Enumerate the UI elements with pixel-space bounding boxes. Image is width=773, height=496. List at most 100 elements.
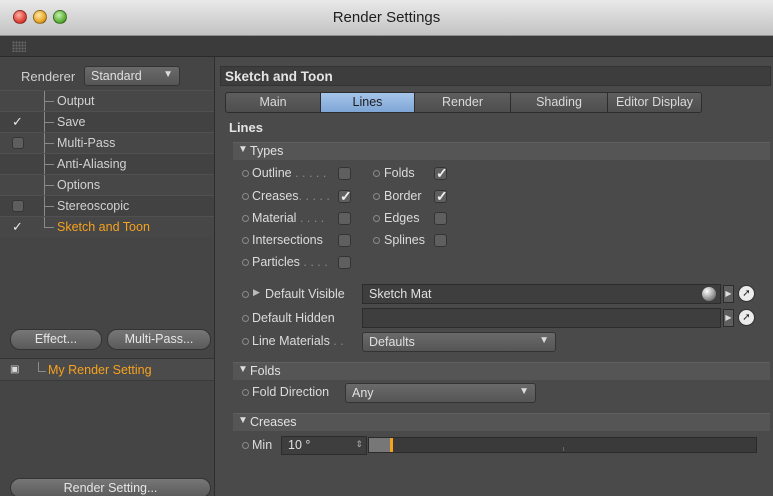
- tab-main[interactable]: Main: [225, 92, 321, 113]
- render-setting-button[interactable]: Render Setting...: [10, 478, 211, 496]
- effect-button[interactable]: Effect...: [10, 329, 102, 350]
- fold-direction-value: Any: [352, 386, 374, 400]
- splines-checkbox[interactable]: [434, 234, 447, 247]
- grip-icon[interactable]: [12, 41, 26, 52]
- tree-item-stereoscopic[interactable]: Stereoscopic: [0, 195, 214, 217]
- checkmark-icon[interactable]: ✓: [12, 220, 24, 233]
- keyframe-dot[interactable]: [242, 259, 249, 266]
- keyframe-dot[interactable]: [373, 237, 380, 244]
- window-title: Render Settings: [332, 9, 441, 26]
- min-slider[interactable]: [368, 437, 757, 453]
- tree-item-anti-aliasing[interactable]: Anti-Aliasing: [0, 153, 214, 175]
- keyframe-dot[interactable]: [242, 389, 249, 396]
- min-label: Min: [252, 438, 273, 452]
- param-border: Border: [384, 189, 422, 203]
- settings-sidebar: Renderer Standard ▼ Output ✓ Save Multi-…: [0, 57, 215, 496]
- fold-direction-dropdown[interactable]: Any ▼: [345, 383, 536, 403]
- render-setting-name: My Render Setting: [48, 363, 152, 377]
- tree-item-label: Output: [57, 94, 95, 108]
- line-materials-dropdown[interactable]: Defaults ▼: [362, 332, 556, 352]
- multi-pass-button[interactable]: Multi-Pass...: [107, 329, 211, 350]
- keyframe-dot[interactable]: [242, 170, 249, 177]
- tree-item-multi-pass[interactable]: Multi-Pass: [0, 132, 214, 154]
- slider-handle[interactable]: [390, 438, 393, 452]
- attributes-panel: Sketch and Toon Main Lines Render Shadin…: [216, 57, 773, 496]
- default-visible-value: Sketch Mat: [369, 287, 432, 301]
- tree-item-sketch-and-toon[interactable]: ✓ Sketch and Toon: [0, 216, 214, 237]
- tab-editor-display[interactable]: Editor Display: [608, 92, 702, 113]
- chevron-down-icon: ▼: [163, 69, 173, 80]
- renderer-dropdown[interactable]: Standard ▼: [84, 66, 180, 86]
- edges-checkbox[interactable]: [434, 212, 447, 225]
- panel-header: Sketch and Toon: [220, 66, 771, 86]
- particles-checkbox[interactable]: [338, 256, 351, 269]
- picker-arrow-icon[interactable]: ➚: [738, 285, 755, 302]
- tree-checkbox[interactable]: [12, 200, 24, 212]
- picker-arrow-icon[interactable]: ➚: [738, 309, 755, 326]
- render-setting-icon: ▣: [10, 364, 20, 375]
- keyframe-dot[interactable]: [242, 291, 249, 298]
- expand-triangle-icon[interactable]: ▶: [253, 287, 260, 298]
- tab-render[interactable]: Render: [415, 92, 511, 113]
- toolbar-strip: [0, 36, 773, 57]
- creases-checkbox[interactable]: [338, 188, 352, 205]
- tab-shading[interactable]: Shading: [511, 92, 608, 113]
- keyframe-dot[interactable]: [373, 170, 380, 177]
- param-material: Material . . . .: [252, 211, 325, 225]
- expand-triangle-icon: ▼: [238, 415, 248, 426]
- checkmark-icon[interactable]: ✓: [12, 115, 24, 128]
- folds-group-header[interactable]: ▼ Folds: [233, 362, 770, 380]
- tree-item-label: Stereoscopic: [57, 199, 130, 213]
- tree-item-label: Multi-Pass: [57, 136, 116, 150]
- render-setting-item[interactable]: ▣ My Render Setting: [0, 358, 214, 381]
- keyframe-dot[interactable]: [242, 315, 249, 322]
- material-checkbox[interactable]: [338, 212, 351, 225]
- tree-item-options[interactable]: Options: [0, 174, 214, 196]
- creases-group-header[interactable]: ▼ Creases: [233, 413, 770, 431]
- tree-item-label: Sketch and Toon: [57, 220, 150, 234]
- stepper-icon[interactable]: ⇕: [355, 439, 363, 450]
- link-arrow-button[interactable]: ▶: [723, 309, 734, 327]
- param-outline: Outline . . . . .: [252, 166, 327, 180]
- default-visible-field[interactable]: Sketch Mat: [362, 284, 721, 304]
- keyframe-dot[interactable]: [242, 442, 249, 449]
- section-title: Lines: [229, 120, 263, 135]
- panel-header-title: Sketch and Toon: [225, 69, 333, 84]
- renderer-label: Renderer: [21, 69, 76, 84]
- tree-item-label: Save: [57, 115, 86, 129]
- param-intersections: Intersections: [252, 233, 323, 247]
- tab-bar: Main Lines Render Shading Editor Display: [225, 92, 702, 113]
- keyframe-dot[interactable]: [242, 215, 249, 222]
- line-materials-value: Defaults: [369, 335, 415, 349]
- keyframe-dot[interactable]: [373, 215, 380, 222]
- chevron-down-icon: ▼: [519, 386, 529, 397]
- title-bar: Render Settings: [0, 0, 773, 36]
- keyframe-dot[interactable]: [242, 237, 249, 244]
- types-group-header[interactable]: ▼ Types: [233, 142, 770, 160]
- default-hidden-field[interactable]: [362, 308, 721, 328]
- line-materials-label: Line Materials . .: [252, 334, 344, 348]
- tree-item-save[interactable]: ✓ Save: [0, 111, 214, 133]
- folds-checkbox[interactable]: [434, 165, 448, 182]
- expand-triangle-icon: ▼: [238, 144, 248, 155]
- min-value: 10 °: [288, 438, 311, 452]
- keyframe-dot[interactable]: [242, 338, 249, 345]
- tree-item-output[interactable]: Output: [0, 90, 214, 112]
- keyframe-dot[interactable]: [242, 193, 249, 200]
- intersections-checkbox[interactable]: [338, 234, 351, 247]
- link-arrow-button[interactable]: ▶: [723, 285, 734, 303]
- border-checkbox[interactable]: [434, 188, 448, 205]
- param-creases: Creases. . . . .: [252, 189, 330, 203]
- fold-direction-label: Fold Direction: [252, 385, 330, 399]
- tree-checkbox[interactable]: [12, 137, 24, 149]
- keyframe-dot[interactable]: [373, 193, 380, 200]
- slider-tick: [563, 447, 564, 451]
- slider-fill: [369, 438, 390, 452]
- group-label: Types: [250, 144, 284, 158]
- default-hidden-label: Default Hidden: [252, 311, 335, 325]
- tab-lines[interactable]: Lines: [321, 92, 415, 113]
- default-visible-label: Default Visible: [265, 287, 345, 301]
- renderer-row: Renderer Standard ▼: [0, 65, 214, 87]
- outline-checkbox[interactable]: [338, 167, 351, 180]
- min-input[interactable]: 10 ° ⇕: [281, 436, 367, 455]
